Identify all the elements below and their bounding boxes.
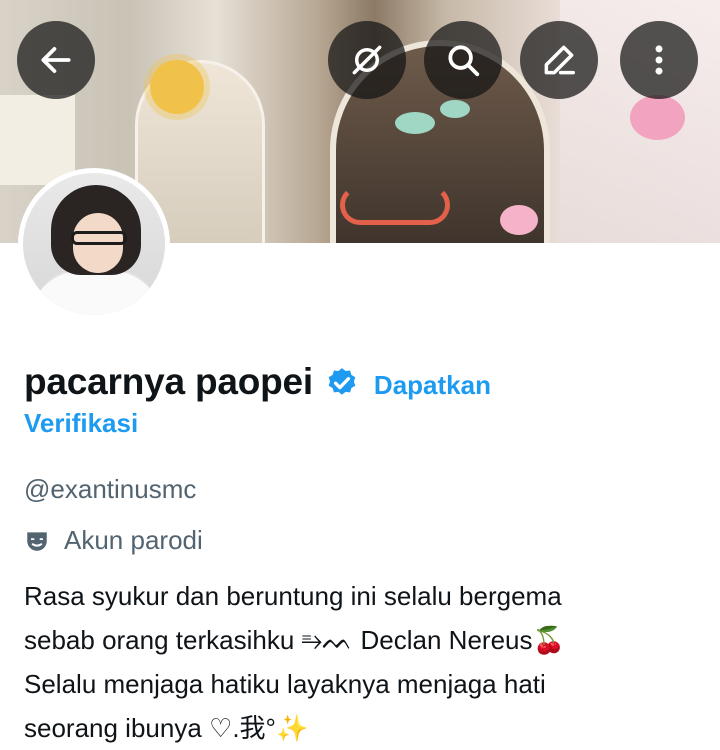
bio-line: sebab orang terkasihku ⥱ᨓ Declan Nereus🍒	[24, 625, 565, 655]
bio-line: seorang ibunya ♡.我°✨	[24, 713, 309, 743]
edit-button[interactable]	[520, 21, 598, 99]
profile-name-row: pacarnya paopei Dapatkan	[24, 356, 704, 416]
parody-account-label[interactable]: Akun parodi	[24, 525, 203, 556]
search-button[interactable]	[424, 21, 502, 99]
pencil-icon	[544, 45, 575, 75]
hide-button[interactable]	[328, 21, 406, 99]
search-icon	[448, 45, 480, 77]
banner-sun-decoration	[150, 60, 204, 114]
get-verified-link[interactable]: Dapatkan	[374, 370, 491, 400]
banner-decoration	[440, 100, 470, 118]
bio-line: Selalu menjaga hatiku layaknya menjaga h…	[24, 669, 546, 699]
eye-off-icon	[352, 45, 382, 75]
banner-decoration	[340, 185, 450, 225]
more-button[interactable]	[620, 21, 698, 99]
banner-sign	[0, 95, 75, 185]
verified-badge-icon[interactable]	[325, 366, 359, 400]
more-vertical-icon	[655, 45, 663, 75]
theater-mask-icon	[27, 531, 47, 551]
banner-decoration	[395, 112, 435, 134]
username-handle: @exantinusmc	[24, 474, 197, 504]
profile-bio: Rasa syukur dan beruntung ini selalu ber…	[24, 574, 704, 750]
arrow-left-icon	[41, 47, 71, 73]
display-name: pacarnya paopei	[24, 361, 314, 402]
parody-label-text: Akun parodi	[64, 525, 203, 555]
avatar[interactable]	[18, 168, 170, 320]
back-button[interactable]	[17, 21, 95, 99]
banner-flower	[500, 205, 538, 235]
banner-flower	[630, 95, 685, 140]
get-verified-link-continued[interactable]: Verifikasi	[24, 408, 138, 439]
bio-line: Rasa syukur dan beruntung ini selalu ber…	[24, 581, 562, 611]
